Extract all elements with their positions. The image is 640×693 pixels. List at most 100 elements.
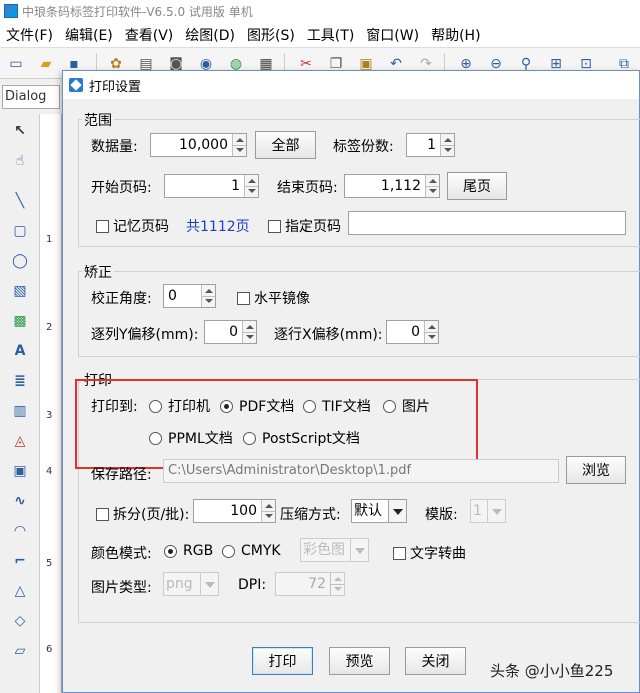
ruler-mark: 5 [46,558,53,569]
browse-button[interactable]: 浏览 [566,456,626,484]
ellipse-tool-icon[interactable]: ◯ [9,250,31,272]
col-offset-stepper[interactable]: 0 [204,320,257,344]
image-type-label: 图片类型: [91,580,152,596]
checkbox-box[interactable] [96,507,109,521]
line-tool-icon[interactable]: ╲ [9,190,31,212]
checkbox-box[interactable] [393,546,406,560]
col-offset-value[interactable]: 0 [205,321,242,343]
chevron-down-icon[interactable] [388,500,406,522]
end-page-stepper[interactable]: 1,112 [344,174,440,198]
checkbox-box[interactable] [237,291,250,305]
qrcode-tool-icon[interactable]: ▣ [9,460,31,482]
arc-tool-icon[interactable]: ◠ [9,520,31,542]
menu-view[interactable]: 查看(V) [119,25,180,45]
shape-tool-icon[interactable]: ◬ [9,430,31,452]
image-type-value[interactable]: png [166,573,193,595]
row-offset-stepper[interactable]: 0 [386,320,439,344]
start-page-value[interactable]: 1 [165,175,244,197]
data-count-stepper[interactable]: 10,000 [150,133,247,157]
all-button[interactable]: 全部 [255,131,316,159]
row-offset-value[interactable]: 0 [387,321,424,343]
specify-page-checkbox[interactable]: 指定页码 [268,216,341,236]
stepper-arrows[interactable] [440,134,454,156]
chevron-down-icon[interactable] [200,573,218,595]
angle-stepper[interactable]: 0 [163,284,216,308]
menu-edit[interactable]: 编辑(E) [59,25,119,45]
menu-window[interactable]: 窗口(W) [360,25,425,45]
menubar: 文件(F) 编辑(E) 查看(V) 绘图(D) 图形(S) 工具(T) 窗口(W… [0,22,640,47]
polygon-tool-icon[interactable]: ⌐ [9,550,31,572]
stepper-arrows[interactable] [330,573,344,595]
last-page-button[interactable]: 尾页 [447,172,507,200]
copies-value[interactable]: 1 [407,134,440,156]
stepper-arrows[interactable] [424,321,438,343]
curve-tool-icon[interactable]: ∿ [9,490,31,512]
save-path-input[interactable]: C:\Users\Administrator\Desktop\1.pdf [163,459,559,483]
print-button[interactable]: 打印 [252,647,313,675]
new-file-icon[interactable]: ▭ [6,54,26,74]
parallelogram-tool-icon[interactable]: ▱ [9,640,31,662]
compress-value[interactable]: 默认 [354,500,382,522]
total-pages-text: 共1112页 [186,219,250,235]
start-page-label: 开始页码: [91,180,152,196]
stepper-arrows[interactable] [425,175,439,197]
menu-help[interactable]: 帮助(H) [425,25,486,45]
start-page-stepper[interactable]: 1 [164,174,259,198]
col-offset-label: 逐列Y偏移(mm): [91,327,199,343]
remember-page-checkbox[interactable]: 记忆页码 [96,216,169,236]
open-folder-icon[interactable]: ▰ [36,54,56,74]
dpi-value[interactable]: 72 [276,573,330,595]
color-cmyk-radio[interactable]: CMYK [222,543,281,559]
stepper-arrows[interactable] [232,134,246,156]
picture-tool-icon[interactable]: ▩ [9,310,31,332]
color-profile-select[interactable]: 彩色图 [300,538,369,562]
chevron-down-icon[interactable] [350,539,368,561]
checkbox-box[interactable] [268,219,281,233]
rectangle-tool-icon[interactable]: ▢ [9,220,31,242]
text-tool-icon[interactable]: A [9,340,31,362]
checkbox-box[interactable] [96,219,109,233]
stepper-arrows[interactable] [261,500,275,522]
end-page-value[interactable]: 1,112 [345,175,425,197]
select-arrow-icon[interactable]: ↖ [9,120,31,142]
radio-dot[interactable] [164,544,177,558]
menu-tools[interactable]: 工具(T) [301,25,360,45]
close-button[interactable]: 关闭 [405,647,466,675]
color-rgb-radio[interactable]: RGB [164,543,213,559]
split-value[interactable]: 100 [194,500,261,522]
radio-dot[interactable] [222,544,235,558]
template-select[interactable]: 1 [470,499,506,523]
preview-button[interactable]: 预览 [329,647,390,675]
barcode-tool-icon[interactable]: ▥ [9,400,31,422]
data-count-value[interactable]: 10,000 [151,134,232,156]
diamond-tool-icon[interactable]: ◇ [9,610,31,632]
image-type-select[interactable]: png [163,572,219,596]
stepper-arrows[interactable] [244,175,258,197]
dpi-stepper[interactable]: 72 [275,572,345,596]
color-profile-value[interactable]: 彩色图 [303,539,345,561]
split-checkbox[interactable]: 拆分(页/批): [96,504,189,524]
template-value[interactable]: 1 [473,500,482,522]
chevron-down-icon[interactable] [487,500,505,522]
stepper-arrows[interactable] [242,321,256,343]
mirror-checkbox[interactable]: 水平镜像 [237,288,310,308]
split-stepper[interactable]: 100 [193,499,276,523]
copies-stepper[interactable]: 1 [406,133,455,157]
angle-label: 校正角度: [91,291,152,307]
angle-value[interactable]: 0 [164,285,201,307]
rich-text-tool-icon[interactable]: ≣ [9,370,31,392]
compress-select[interactable]: 默认 [351,499,407,523]
image-tool-icon[interactable]: ▧ [9,280,31,302]
pan-tool-icon[interactable]: ☝ [9,150,31,172]
specify-page-label: 指定页码 [285,219,341,235]
text-to-curve-checkbox[interactable]: 文字转曲 [393,543,466,563]
mirror-label: 水平镜像 [254,291,310,307]
menu-draw[interactable]: 绘图(D) [179,25,241,45]
triangle-tool-icon[interactable]: △ [9,580,31,602]
menu-file[interactable]: 文件(F) [0,25,59,45]
stepper-arrows[interactable] [201,285,215,307]
font-select[interactable]: Dialog [2,85,60,109]
menu-shape[interactable]: 图形(S) [241,25,301,45]
specify-page-input[interactable] [348,211,626,235]
app-title: 中琅条码标签打印软件-V6.5.0 试用版 单机 [22,4,253,19]
